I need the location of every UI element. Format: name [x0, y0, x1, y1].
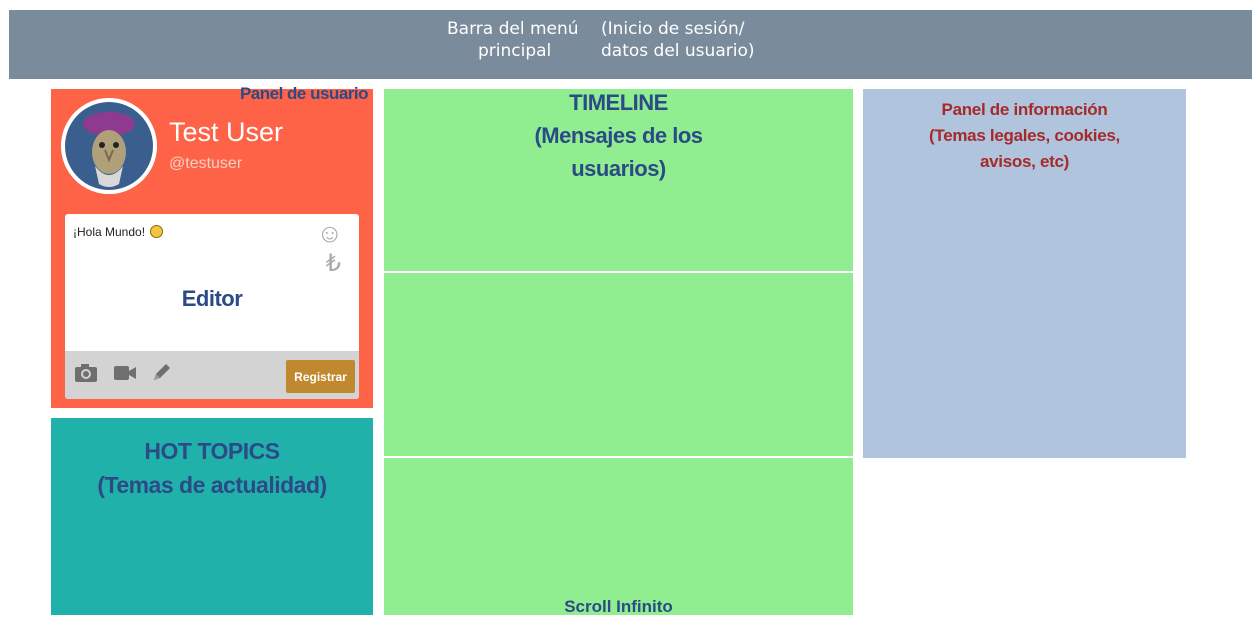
avatar-image	[61, 98, 157, 194]
info-line-3: avisos, etc)	[979, 152, 1069, 171]
post-editor[interactable]: ¡Hola Mundo! ☺ ₺ Editor Registrar	[65, 214, 359, 399]
timeline-title: TIMELINE (Mensajes de los usuarios)	[384, 86, 853, 185]
timeline-message-block[interactable]: Scroll Infinito	[384, 458, 853, 616]
timeline-message-block[interactable]	[384, 273, 853, 456]
timeline: TIMELINE (Mensajes de los usuarios) Scro…	[384, 89, 853, 616]
smiley-icon[interactable]: ☺	[316, 220, 343, 246]
timeline-line-2: (Mensajes de los	[534, 123, 703, 148]
video-icon[interactable]	[113, 363, 137, 388]
info-panel: Panel de información (Temas legales, coo…	[863, 89, 1186, 458]
user-panel: Panel de usuario Test User @testuser ¡Ho…	[51, 84, 373, 408]
info-panel-title: Panel de información (Temas legales, coo…	[863, 97, 1186, 175]
info-line-1: Panel de información	[941, 100, 1108, 119]
hot-topics-title: HOT TOPICS (Temas de actualidad)	[51, 434, 373, 502]
editor-label: Editor	[181, 286, 243, 311]
avatar[interactable]	[61, 98, 157, 194]
menu-bar: Barra del menú principal (Inicio de sesi…	[9, 10, 1252, 79]
scroll-infinite-label: Scroll Infinito	[564, 597, 673, 616]
main-menu-label[interactable]: Barra del menú principal	[447, 18, 579, 62]
register-button[interactable]: Registrar	[286, 360, 355, 393]
editor-toolbar: Registrar	[65, 351, 359, 399]
emoji-icon	[150, 225, 164, 238]
menu-line-1: Barra del menú	[447, 19, 579, 39]
camera-icon[interactable]	[74, 363, 98, 388]
session-line-2: datos del usuario)	[601, 41, 755, 61]
session-label[interactable]: (Inicio de sesión/ datos del usuario)	[601, 18, 754, 62]
info-line-2: (Temas legales, cookies,	[929, 126, 1120, 145]
menu-line-2: principal	[478, 41, 552, 61]
hot-topics-line-1: HOT TOPICS	[144, 438, 280, 464]
user-panel-title: Panel de usuario	[239, 84, 369, 103]
timeline-line-1: TIMELINE	[569, 90, 668, 115]
session-line-1: (Inicio de sesión/	[601, 19, 745, 39]
user-name: Test User	[169, 117, 284, 147]
editor-text: ¡Hola Mundo!	[73, 225, 146, 239]
hot-topics-line-2: (Temas de actualidad)	[97, 472, 327, 498]
user-handle: @testuser	[169, 155, 243, 172]
currency-icon[interactable]: ₺	[326, 252, 341, 276]
pencil-icon[interactable]	[151, 363, 173, 388]
timeline-message-block[interactable]: TIMELINE (Mensajes de los usuarios)	[384, 89, 853, 271]
editor-content[interactable]: ¡Hola Mundo!	[73, 225, 164, 239]
hot-topics-panel: HOT TOPICS (Temas de actualidad)	[51, 418, 373, 615]
timeline-line-3: usuarios)	[571, 156, 666, 181]
